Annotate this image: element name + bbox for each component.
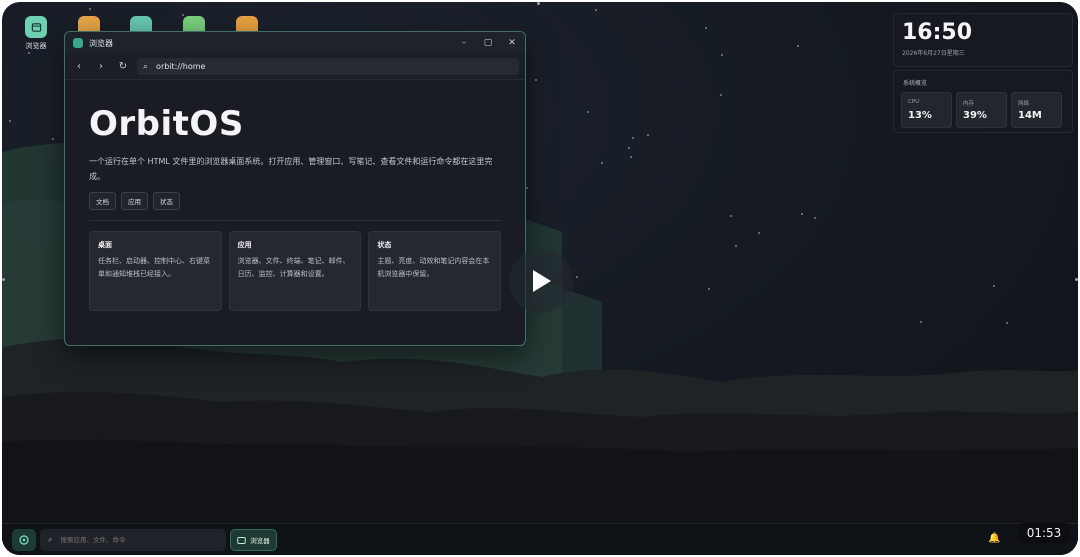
close-button[interactable]: ✕ — [507, 38, 517, 48]
decor-dot — [537, 2, 540, 5]
start-button[interactable] — [12, 529, 36, 551]
chip-status[interactable]: 状态 — [153, 192, 180, 210]
stat-value: 39% — [963, 110, 987, 121]
cpu-stat: CPU 13% — [901, 92, 952, 128]
page-title: OrbitOS — [89, 104, 244, 144]
stat-label: 网络 — [1018, 101, 1030, 107]
chip-docs[interactable]: 文档 — [89, 192, 116, 210]
taskbar: ⌕ 浏览器 🔔 — [2, 523, 1078, 555]
notification-bell-icon[interactable]: 🔔 — [988, 533, 1000, 544]
browser-window: 浏览器 – ▢ ✕ ‹ › ↻ ⌕ OrbitOS 一个运行在单个 HTML 文… — [64, 31, 526, 346]
clock-date: 2026年6月27日星期三 — [902, 50, 965, 57]
decor-dot — [2, 278, 5, 281]
card-title: 应用 — [237, 241, 252, 249]
play-icon — [533, 270, 551, 292]
window-titlebar[interactable]: 浏览器 – ▢ ✕ — [65, 32, 525, 54]
stat-value: 14M — [1018, 110, 1042, 121]
browser-icon — [73, 38, 83, 48]
widget-title: 系统概览 — [903, 80, 928, 87]
card-body: 任务栏、启动器、控制中心、右键菜单和通知堆栈已经接入。 — [98, 257, 210, 278]
maximize-button[interactable]: ▢ — [483, 38, 493, 48]
search-icon: ⌕ — [143, 61, 149, 72]
card-grid: 桌面 任务栏、启动器、控制中心、右键菜单和通知堆栈已经接入。 应用 浏览器、文件… — [89, 231, 502, 311]
clock-time: 16:50 — [902, 20, 973, 45]
card-body: 浏览器、文件、终端、笔记、邮件、日历、监控、计算器和设置。 — [237, 257, 350, 278]
window-title: 浏览器 — [89, 38, 113, 48]
card-title: 状态 — [377, 241, 392, 249]
network-stat: 网络 14M — [1011, 92, 1062, 128]
card-title: 桌面 — [98, 241, 112, 249]
card-desktop[interactable]: 桌面 任务栏、启动器、控制中心、右键菜单和通知堆栈已经接入。 — [89, 231, 222, 311]
chip-row: 文档 应用 状态 — [89, 192, 501, 210]
stat-value: 13% — [908, 110, 932, 121]
card-apps[interactable]: 应用 浏览器、文件、终端、笔记、邮件、日历、监控、计算器和设置。 — [228, 231, 362, 311]
desktop-icon-label: 浏览器 — [25, 42, 47, 50]
card-status[interactable]: 状态 主题、亮度、动效和笔记内容会在本机浏览器中保留。 — [368, 231, 502, 311]
forward-button[interactable]: › — [93, 59, 109, 75]
stat-label: CPU — [908, 99, 920, 105]
desktop-icon-browser[interactable]: 浏览器 — [16, 16, 56, 51]
address-bar[interactable]: ⌕ — [137, 58, 519, 75]
video-duration: 01:53 — [1019, 523, 1069, 543]
taskbar-item-label: 浏览器 — [250, 537, 270, 545]
minimize-button[interactable]: – — [459, 38, 469, 48]
browser-navbar: ‹ › ↻ ⌕ — [65, 54, 525, 80]
search-icon: ⌕ — [48, 535, 53, 544]
decor-dot — [1075, 278, 1078, 281]
search-input[interactable] — [58, 535, 213, 545]
clock-widget: 16:50 2026年6月27日星期三 — [893, 13, 1073, 67]
taskbar-search[interactable]: ⌕ — [40, 529, 226, 551]
browser-icon — [25, 16, 47, 38]
card-body: 主题、亮度、动效和笔记内容会在本机浏览器中保留。 — [377, 257, 490, 278]
orbit-logo-icon — [19, 535, 29, 545]
play-button[interactable] — [509, 249, 573, 313]
chip-apps[interactable]: 应用 — [121, 192, 148, 210]
back-button[interactable]: ‹ — [71, 59, 87, 75]
url-input[interactable] — [154, 61, 499, 72]
page-description: 一个运行在单个 HTML 文件里的浏览器桌面系统。打开应用、管理窗口、写笔记、查… — [89, 157, 493, 181]
stat-label: 内存 — [963, 101, 975, 107]
divider — [89, 220, 501, 221]
system-overview-widget: 系统概览 CPU 13% 内存 39% 网络 14M — [893, 70, 1073, 133]
taskbar-item-browser[interactable]: 浏览器 — [230, 529, 277, 551]
memory-stat: 内存 39% — [956, 92, 1007, 128]
page-content: OrbitOS 一个运行在单个 HTML 文件里的浏览器桌面系统。打开应用、管理… — [65, 80, 525, 327]
browser-icon — [237, 536, 246, 544]
desktop: 浏览器 浏览器 – ▢ ✕ ‹ › ↻ ⌕ orbit://home Orbit… — [2, 2, 1078, 555]
reload-button[interactable]: ↻ — [115, 59, 131, 75]
